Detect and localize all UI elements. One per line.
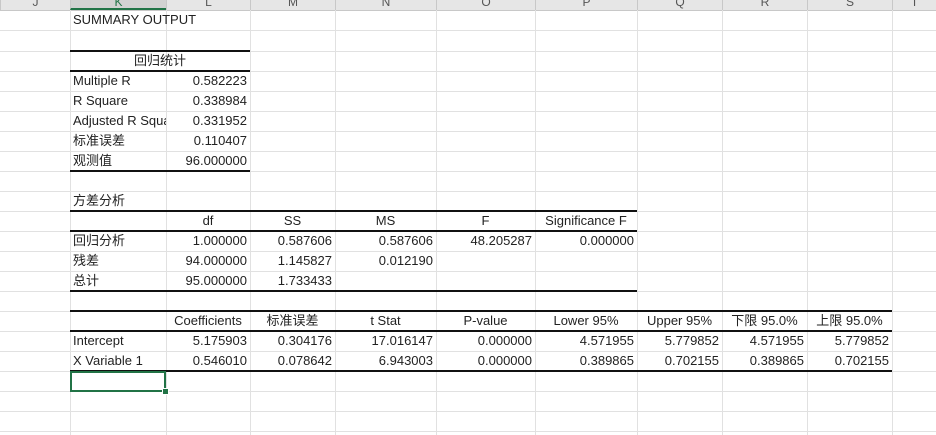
regression-stat-label: 标准误差 <box>73 133 126 148</box>
fill-handle[interactable] <box>162 388 169 395</box>
column-header-r[interactable]: R <box>722 0 807 10</box>
regression-stat-value: 0.331952 <box>192 113 247 128</box>
coefficients-value: 0.389865 <box>749 353 804 368</box>
regression-stats-bottom-rule <box>70 170 250 172</box>
regression-stat-value: 96.000000 <box>185 153 247 168</box>
spreadsheet-grid[interactable]: JKLMNOPQRST SUMMARY OUTPUT 回归统计 Multiple R… <box>0 0 936 435</box>
coefficients-header-cell: Upper 95% <box>646 313 713 328</box>
anova-row-label: 残差 <box>73 253 100 268</box>
summary-output-title: SUMMARY OUTPUT <box>73 12 197 27</box>
column-header-t[interactable]: T <box>892 0 936 10</box>
coefficients-bottom-rule <box>70 370 892 372</box>
coefficients-value: 4.571955 <box>749 333 804 348</box>
regression-stat-label: Adjusted R Square <box>73 113 166 128</box>
coefficients-value: 6.943003 <box>378 353 433 368</box>
active-cell-selection[interactable] <box>70 371 166 392</box>
gridline-row <box>0 431 936 432</box>
anova-value: 1.000000 <box>192 233 247 248</box>
coefficients-value: 0.546010 <box>192 353 247 368</box>
coefficients-header-cell: 下限 95.0% <box>731 313 798 328</box>
column-header-n[interactable]: N <box>335 0 436 10</box>
coefficients-value: 0.000000 <box>477 353 532 368</box>
regression-stat-label: R Square <box>73 93 128 108</box>
anova-value: 94.000000 <box>185 253 247 268</box>
coefficients-value: 17.016147 <box>371 333 433 348</box>
gridline-row <box>0 30 936 31</box>
gridline-col <box>892 10 893 435</box>
regression-stat-label: Multiple R <box>73 73 131 88</box>
regression-stats-top-rule <box>70 50 250 52</box>
anova-value: 48.205287 <box>470 233 532 248</box>
coefficients-value: 0.078642 <box>277 353 332 368</box>
coefficients-header-cell: 标准误差 <box>266 313 319 328</box>
anova-title: 方差分析 <box>73 193 126 208</box>
coefficients-value: 0.000000 <box>477 333 532 348</box>
anova-header-cell: Significance F <box>545 213 627 228</box>
anova-row-label: 回归分析 <box>73 233 126 248</box>
anova-value: 0.587606 <box>378 233 433 248</box>
regression-stats-header: 回归统计 <box>133 53 186 68</box>
coefficients-value: 5.175903 <box>192 333 247 348</box>
coefficients-row-label: Intercept <box>73 333 124 348</box>
anova-value: 1.733433 <box>277 273 332 288</box>
coefficients-header-cell: Coefficients <box>174 313 242 328</box>
coefficients-value: 0.702155 <box>664 353 719 368</box>
coefficients-row-label: X Variable 1 <box>73 353 143 368</box>
coefficients-value: 5.779852 <box>664 333 719 348</box>
coefficients-header-cell: Lower 95% <box>553 313 619 328</box>
anova-header-cell: F <box>481 213 490 228</box>
anova-header-cell: MS <box>375 213 396 228</box>
coefficients-value: 0.702155 <box>834 353 889 368</box>
column-header-s[interactable]: S <box>807 0 892 10</box>
anova-value: 1.145827 <box>277 253 332 268</box>
coefficients-header-cell: 上限 95.0% <box>816 313 883 328</box>
column-header-j[interactable]: J <box>0 0 70 10</box>
anova-header-cell: SS <box>283 213 302 228</box>
column-header-q[interactable]: Q <box>637 0 722 10</box>
anova-header-cell: df <box>202 213 214 228</box>
coefficients-value: 0.304176 <box>277 333 332 348</box>
coefficients-value: 4.571955 <box>579 333 634 348</box>
anova-bottom-rule <box>70 290 637 292</box>
coefficients-header-cell: t Stat <box>370 313 401 328</box>
anova-value: 0.012190 <box>378 253 433 268</box>
coefficients-header-cell: P-value <box>463 313 508 328</box>
anova-value: 0.000000 <box>579 233 634 248</box>
column-header-m[interactable]: M <box>250 0 335 10</box>
column-header-l[interactable]: L <box>166 0 250 10</box>
anova-value: 0.587606 <box>277 233 332 248</box>
regression-stat-value: 0.110407 <box>193 133 247 148</box>
coefficients-value: 5.779852 <box>834 333 889 348</box>
coefficients-value: 0.389865 <box>579 353 634 368</box>
anova-value: 95.000000 <box>185 273 247 288</box>
column-header-o[interactable]: O <box>436 0 535 10</box>
column-header-k[interactable]: K <box>70 0 166 10</box>
gridline-row <box>0 411 936 412</box>
column-header-p[interactable]: P <box>535 0 637 10</box>
anova-row-label: 总计 <box>73 273 100 288</box>
regression-stat-value: 0.582223 <box>192 73 247 88</box>
regression-stat-value: 0.338984 <box>192 93 247 108</box>
regression-stat-label: 观测值 <box>73 153 113 168</box>
